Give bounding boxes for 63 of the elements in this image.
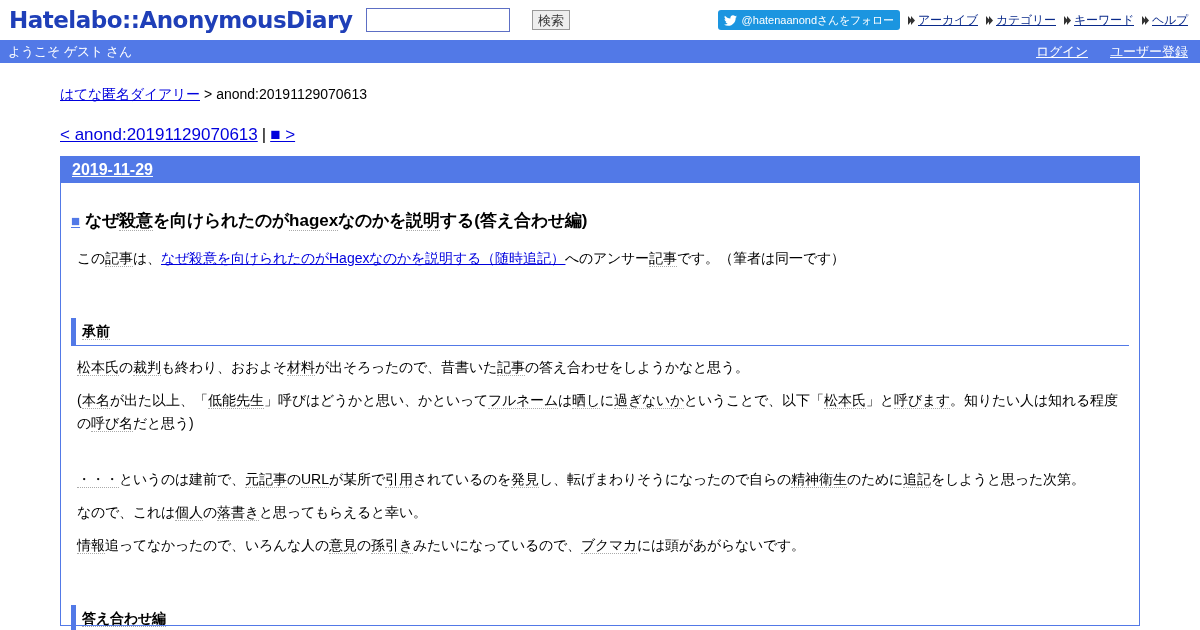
keyword-link[interactable]: 元記事: [245, 471, 287, 488]
body-paragraph: (本名が出た以上、「低能先生」呼びはどうかと思い、かといって フルネームは晒し に過ぎないかということで、以下「松本氏」と呼びます。知りたい人は知れる程度の呼び名 だと思う): [76, 391, 1119, 434]
arrow-bullet-icon: [1142, 15, 1149, 25]
account-link[interactable]: ログイン: [1036, 41, 1088, 62]
keyword-link[interactable]: 孫引き: [371, 537, 413, 554]
arrow-bullet-icon: [908, 15, 915, 25]
keyword-link[interactable]: 晒し: [571, 392, 600, 409]
body-paragraph: 情報追ってなかったので、いろんな人の意見の孫引きみたいになっているので、ブクマカ には頭があがらないです。: [75, 536, 806, 556]
nav-link[interactable]: ヘルプ: [1152, 11, 1188, 29]
search-field[interactable]: [366, 8, 511, 32]
keyword-link[interactable]: 過ぎないか: [613, 392, 684, 409]
keyword-link[interactable]: 落書き: [217, 504, 259, 521]
keyword-link[interactable]: hagex: [289, 210, 339, 231]
entry-title: なぜ殺意を向けられたのがhagexなのかを説明する(答え合わせ編): [85, 209, 588, 233]
keyword-link[interactable]: 松本氏: [823, 392, 866, 409]
keyword-link[interactable]: 殺意: [119, 210, 154, 231]
keyword-link[interactable]: 追記: [903, 471, 931, 488]
entry-mark-link[interactable]: ■: [71, 209, 81, 232]
keyword-link[interactable]: 呼び名: [91, 415, 133, 432]
breadcrumb-separator: >: [204, 85, 213, 104]
arrow-bullet-icon: [986, 15, 993, 25]
greeting-text: ようこそ ゲスト さん: [8, 42, 133, 61]
keyword-link[interactable]: ブクマカ: [581, 537, 637, 554]
keyword-link[interactable]: 本名: [81, 392, 110, 409]
body-paragraph: この記事は、なぜ殺意を向けられたのがHagexなのかを説明する（随時追記）へのアンサー記事です。（筆者は同一です）: [76, 249, 847, 269]
account-link[interactable]: ユーザー登録: [1110, 41, 1188, 62]
keyword-link[interactable]: 記事: [649, 250, 678, 267]
keyword-link[interactable]: 答え合わせ編: [82, 610, 166, 627]
keyword-link[interactable]: 承前: [82, 323, 110, 340]
body-paragraph: なので、これは個人の落書き と思ってもらえると幸い。: [76, 503, 428, 523]
breadcrumb-current: anond:20191129070613: [216, 85, 367, 104]
keyword-link[interactable]: 松本氏: [77, 359, 119, 376]
bird-icon: [723, 13, 737, 27]
keyword-link[interactable]: URL: [301, 471, 329, 488]
keyword-link[interactable]: 裁判: [133, 359, 161, 376]
nav-link[interactable]: アーカイブ: [918, 11, 978, 29]
article-link[interactable]: なぜ殺意を向けられたのがHagexなのかを説明する（随時追記）: [161, 250, 566, 266]
arrow-bullet-icon: [1064, 15, 1071, 25]
keyword-link[interactable]: 呼びます: [893, 392, 950, 409]
keyword-link[interactable]: 引用: [385, 471, 413, 488]
keyword-link[interactable]: 意見: [329, 537, 357, 554]
keyword-link[interactable]: 記事: [105, 250, 133, 267]
keyword-link[interactable]: 記事: [497, 359, 525, 376]
nav-link[interactable]: キーワード: [1074, 11, 1134, 29]
body-paragraph: ・・・というのは建前で、元記事のURLが某所で引用 されているのを発見 し、転げまわりそうになったので自らの精神衛生のために追記をしようと思った次第。: [76, 470, 1086, 490]
previous-entry-link[interactable]: < anond:20191129070613: [60, 122, 258, 148]
keyword-link[interactable]: 説明: [406, 210, 441, 231]
pager-separator: |: [261, 124, 267, 146]
search-button[interactable]: 検索: [532, 10, 571, 30]
body-paragraph: 松本氏の裁判 も終わり、おおよそ材料が出そろったので、昔書いた記事の答え合わせをしようかなと思う。: [76, 358, 750, 378]
nav-link[interactable]: カテゴリー: [996, 11, 1056, 29]
breadcrumb-link[interactable]: はてな匿名ダイアリー: [60, 84, 200, 105]
date-link[interactable]: 2019-11-29: [72, 157, 153, 182]
keyword-link[interactable]: 精神衛生: [791, 471, 847, 488]
keyword-link[interactable]: フルネーム: [487, 392, 558, 409]
site-logo[interactable]: Hatelabo::AnonymousDiary: [9, 2, 353, 38]
keyword-link[interactable]: 低能先生: [207, 392, 264, 409]
keyword-link[interactable]: ・・・: [77, 471, 119, 488]
keyword-link[interactable]: 材料: [287, 359, 315, 376]
keyword-link[interactable]: 情報: [77, 537, 105, 554]
keyword-link[interactable]: 個人: [175, 504, 203, 521]
next-entry-link[interactable]: ■ >: [270, 122, 296, 148]
keyword-link[interactable]: 発見: [511, 471, 539, 488]
